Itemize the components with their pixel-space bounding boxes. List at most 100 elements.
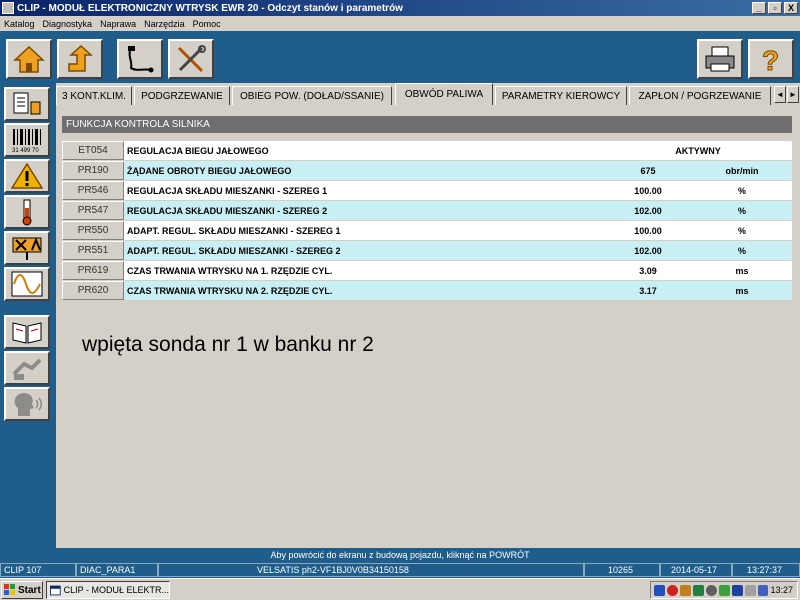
menu-katalog[interactable]: Katalog (4, 19, 35, 29)
window-title: CLIP - MODUŁ ELEKTRONICZNY WTRYSK EWR 20… (17, 2, 403, 14)
hint-bar: Aby powrócić do ekranu z budową pojazdu,… (0, 548, 800, 562)
row-unit: ms (692, 261, 792, 280)
status-diag: DIAC_PARA1 (76, 563, 158, 577)
minimize-button[interactable]: _ (752, 2, 766, 14)
tab-zaplon[interactable]: ZAPŁON / POGRZEWANIE (629, 86, 771, 105)
tab-obwod-paliwa[interactable]: OBWÓD PALIWA (395, 83, 493, 105)
row-value: 102.00 (604, 241, 692, 260)
taskbar-item-clip[interactable]: CLIP - MODUŁ ELEKTR... (46, 581, 170, 599)
documents-button[interactable] (4, 87, 50, 121)
row-code: ET054 (62, 141, 124, 160)
barcode-button[interactable]: 31 499 70 (4, 123, 50, 157)
row-code: PR547 (62, 201, 124, 220)
usb-tray-icon[interactable] (718, 584, 730, 596)
row-value: 100.00 (604, 181, 692, 200)
thermometer-icon (22, 199, 32, 226)
svg-text:?: ? (762, 45, 779, 74)
table-row[interactable]: PR546 REGULACJA SKŁADU MIESZANKI - SZERE… (62, 181, 792, 201)
tab-scroll-left[interactable]: ◄ (774, 86, 786, 103)
start-button[interactable]: Start (1, 581, 43, 599)
row-code: PR619 (62, 261, 124, 280)
diagnostic-probe-button[interactable] (117, 39, 163, 79)
row-unit: % (692, 181, 792, 200)
row-value: 3.09 (604, 261, 692, 280)
wifi-tray-icon[interactable] (757, 584, 769, 596)
sine-wave-icon (11, 271, 43, 297)
help-button[interactable]: ? (748, 39, 794, 79)
manual-button[interactable] (4, 315, 50, 349)
row-unit: % (692, 241, 792, 260)
row-code: PR620 (62, 281, 124, 300)
top-toolbar: ? (0, 31, 800, 83)
status-bar: CLIP 107 DIAC_PARA1 VELSATIS ph2-VF1BJ0V… (0, 562, 800, 578)
title-bar[interactable]: CLIP - MODUŁ ELEKTRONICZNY WTRYSK EWR 20… (0, 0, 800, 16)
security-tray-icon[interactable] (666, 584, 678, 596)
table-row[interactable]: PR190 ŻĄDANE OBROTY BIEGU JAŁOWEGO 675 o… (62, 161, 792, 181)
row-code: PR550 (62, 221, 124, 240)
barcode-number: 31 499 70 (12, 148, 39, 154)
row-description: CZAS TRWANIA WTRYSKU NA 1. RZĘDZIE CYL. (124, 261, 604, 280)
volume-tray-icon[interactable] (744, 584, 756, 596)
table-row[interactable]: PR620 CZAS TRWANIA WTRYSKU NA 2. RZĘDZIE… (62, 281, 792, 301)
app-icon (2, 2, 14, 14)
warning-icon (10, 162, 44, 189)
parameters-button[interactable] (4, 195, 50, 229)
status-code: 10265 (584, 563, 660, 577)
table-row[interactable]: PR550 ADAPT. REGUL. SKŁADU MIESZANKI - S… (62, 221, 792, 241)
status-date: 2014-05-17 (660, 563, 732, 577)
tab-podgrzewanie[interactable]: PODGRZEWANIE (134, 86, 230, 105)
actuator-icon (12, 237, 42, 260)
row-description: REGULACJA BIEGU JAŁOWEGO (124, 141, 604, 160)
home-button[interactable] (6, 39, 52, 79)
system-tray: 13:27 (650, 581, 798, 599)
row-value: 3.17 (604, 281, 692, 300)
back-up-button[interactable] (57, 39, 103, 79)
bluetooth-tray-icon[interactable] (731, 584, 743, 596)
menu-diagnostyka[interactable]: Diagnostyka (43, 19, 93, 29)
actuators-button[interactable] (4, 231, 50, 265)
menu-pomoc[interactable]: Pomoc (193, 19, 221, 29)
left-sidebar: 31 499 70 (0, 83, 56, 548)
row-description: REGULACJA SKŁADU MIESZANKI - SZEREG 1 (124, 181, 604, 200)
tools-button[interactable] (168, 39, 214, 79)
menu-bar: Katalog Diagnostyka Naprawa Narzędzia Po… (0, 16, 800, 31)
tab-obieg-pow[interactable]: OBIEG POW. (DOŁAD/SSANIE) (232, 86, 392, 105)
shield-tray-icon[interactable] (705, 584, 717, 596)
row-code: PR546 (62, 181, 124, 200)
table-row[interactable]: PR551 ADAPT. REGUL. SKŁADU MIESZANKI - S… (62, 241, 792, 261)
restore-button[interactable]: ▫ (768, 2, 782, 14)
close-button[interactable]: X (784, 2, 798, 14)
print-button[interactable] (697, 39, 743, 79)
tab-parametry-kierowcy[interactable]: PARAMETRY KIEROWCY (495, 86, 627, 105)
taskbar-clock[interactable]: 13:27 (770, 585, 793, 595)
repair-button[interactable] (4, 351, 50, 385)
tab-kont-klim[interactable]: 3 KONT.KLIM. (56, 86, 132, 105)
arrow-up-back-icon (68, 44, 93, 72)
speaking-head-icon (14, 393, 42, 416)
section-title: FUNKCJA KONTROLA SILNIKA (62, 116, 792, 133)
app-tray-icon[interactable] (679, 584, 691, 596)
tab-scroll-right[interactable]: ► (787, 86, 799, 103)
row-description: CZAS TRWANIA WTRYSKU NA 2. RZĘDZIE CYL. (124, 281, 604, 300)
oscilloscope-button[interactable] (4, 267, 50, 301)
row-description: ADAPT. REGUL. SKŁADU MIESZANKI - SZEREG … (124, 221, 604, 240)
row-value: AKTYWNY (604, 141, 792, 160)
table-row[interactable]: PR547 REGULACJA SKŁADU MIESZANKI - SZERE… (62, 201, 792, 221)
windows-logo-icon (4, 584, 15, 595)
voice-button[interactable] (4, 387, 50, 421)
row-value: 100.00 (604, 221, 692, 240)
table-row[interactable]: ET054 REGULACJA BIEGU JAŁOWEGO AKTYWNY (62, 141, 792, 161)
tools-icon (177, 45, 206, 73)
menu-naprawa[interactable]: Naprawa (100, 19, 136, 29)
menu-narzedzia[interactable]: Narzędzia (144, 19, 185, 29)
status-time: 13:27:37 (732, 563, 800, 577)
start-label: Start (18, 584, 41, 596)
main-panel: 3 KONT.KLIM. PODGRZEWANIE OBIEG POW. (DO… (56, 83, 800, 548)
row-description: REGULACJA SKŁADU MIESZANKI - SZEREG 2 (124, 201, 604, 220)
network-tray-icon[interactable] (654, 584, 665, 596)
question-mark-icon: ? (762, 45, 780, 75)
table-row[interactable]: PR619 CZAS TRWANIA WTRYSKU NA 1. RZĘDZIE… (62, 261, 792, 281)
warning-button[interactable] (4, 159, 50, 193)
update-tray-icon[interactable] (692, 584, 704, 596)
window-icon (50, 585, 61, 595)
